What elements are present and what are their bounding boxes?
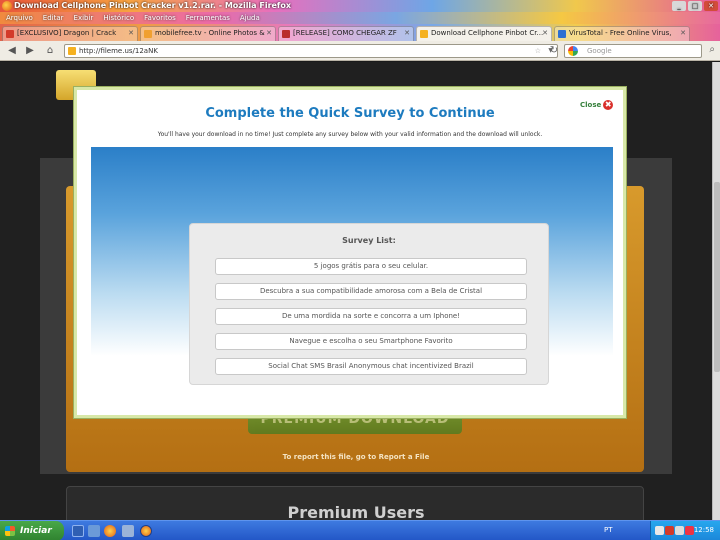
tab-bar: [EXCLUSIVO] Dragon | Crack ✕ mobilefree.…	[0, 24, 720, 41]
survey-item-iphone[interactable]: De uma mordida na sorte e concorra a um …	[215, 308, 527, 325]
menu-item-history[interactable]: Histórico	[103, 12, 134, 24]
tab-release-zf[interactable]: [RELEASE] COMO CHEGAR ZF ✕	[278, 26, 414, 41]
tab-close-icon[interactable]: ✕	[542, 27, 548, 40]
tab-label: VirusTotal - Free Online Virus,	[569, 29, 672, 37]
tab-label: [RELEASE] COMO CHEGAR ZF	[293, 29, 397, 37]
tray-icon[interactable]	[655, 526, 664, 535]
menu-item-bookmarks[interactable]: Favoritos	[144, 12, 176, 24]
survey-item-smartphone[interactable]: Navegue e escolha o seu Smartphone Favor…	[215, 333, 527, 350]
antivirus-icon[interactable]	[665, 526, 674, 535]
survey-item-jogos[interactable]: 5 jogos grátis para o seu celular.	[215, 258, 527, 275]
volume-icon[interactable]	[675, 526, 684, 535]
menu-item-file[interactable]: Arquivo	[6, 12, 33, 24]
window-controls: _ □ ✕	[672, 1, 718, 11]
search-icon[interactable]: ⌕	[709, 44, 715, 56]
navigation-toolbar: ◀ ▶ ⌂ http://fileme.us/12aNK ☆ ▼ ↻ Googl…	[0, 41, 720, 61]
tab-favicon-icon	[144, 30, 152, 38]
forward-button[interactable]: ▶	[22, 44, 38, 58]
quicklaunch-icon[interactable]	[122, 525, 134, 537]
premium-users-heading: Premium Users	[287, 503, 425, 520]
show-desktop-icon[interactable]	[72, 525, 84, 537]
bookmark-star-icon[interactable]: ☆	[535, 45, 541, 57]
firefox-taskbar-icon[interactable]	[140, 525, 152, 537]
report-file-text[interactable]: To report this file, go to Report a File	[0, 453, 712, 461]
window-title-bar: Download Cellphone Pinbot Cracker v1.2.r…	[0, 0, 720, 12]
home-button[interactable]: ⌂	[42, 44, 58, 58]
tab-mobilefree[interactable]: mobilefree.tv - Online Photos & ✕	[140, 26, 276, 41]
survey-list-panel: Survey List: 5 jogos grátis para o seu c…	[189, 223, 549, 385]
clock[interactable]: 12:58	[694, 526, 714, 534]
tab-label: [EXCLUSIVO] Dragon | Crack	[17, 29, 117, 37]
language-indicator[interactable]: PT	[604, 526, 613, 534]
reload-button[interactable]: ↻	[548, 44, 560, 58]
start-button[interactable]: Iniciar	[0, 521, 64, 540]
modal-gradient-band: Survey List: 5 jogos grátis para o seu c…	[91, 147, 613, 415]
site-favicon-icon	[68, 47, 76, 55]
quicklaunch-icon[interactable]	[88, 525, 100, 537]
survey-item-social-chat[interactable]: Social Chat SMS Brasil Anonymous chat in…	[215, 358, 527, 375]
network-icon[interactable]	[685, 526, 694, 535]
tab-favicon-icon	[282, 30, 290, 38]
tab-exclusivo-dragon[interactable]: [EXCLUSIVO] Dragon | Crack ✕	[2, 26, 138, 41]
search-input[interactable]: Google ⌕	[564, 44, 715, 58]
tab-favicon-icon	[420, 30, 428, 38]
menu-item-view[interactable]: Exibir	[74, 12, 94, 24]
modal-close-button[interactable]: Close ✖	[580, 100, 614, 110]
survey-list-heading: Survey List:	[342, 236, 396, 245]
modal-title: Complete the Quick Survey to Continue	[205, 106, 495, 121]
close-label[interactable]: Close	[580, 101, 601, 109]
address-bar[interactable]: http://fileme.us/12aNK ☆ ▼	[64, 44, 558, 58]
menu-item-tools[interactable]: Ferramentas	[186, 12, 230, 24]
survey-item-compatibilidade[interactable]: Descubra a sua compatibilidade amorosa c…	[215, 283, 527, 300]
modal-description: You'll have your download in no time! Ju…	[157, 131, 543, 138]
maximize-button[interactable]: □	[688, 1, 702, 11]
start-label: Iniciar	[20, 526, 52, 536]
windows-logo-icon	[5, 526, 15, 536]
tab-label: Download Cellphone Pinbot Cr...	[431, 29, 544, 37]
tab-virustotal[interactable]: VirusTotal - Free Online Virus, ✕	[554, 26, 690, 41]
tab-label: mobilefree.tv - Online Photos &	[155, 29, 265, 37]
tab-close-icon[interactable]: ✕	[266, 27, 272, 40]
tab-download-pinbot[interactable]: Download Cellphone Pinbot Cr... ✕	[416, 26, 552, 41]
tab-close-icon[interactable]: ✕	[404, 27, 410, 40]
page-scrollbar[interactable]	[712, 62, 720, 520]
tab-close-icon[interactable]: ✕	[128, 27, 134, 40]
menu-bar: Arquivo Editar Exibir Histórico Favorito…	[0, 12, 720, 24]
taskbar: Iniciar PT 12:58	[0, 520, 720, 540]
tab-favicon-icon	[6, 30, 14, 38]
close-icon[interactable]: ✖	[603, 100, 614, 110]
tab-favicon-icon	[558, 30, 566, 38]
back-button[interactable]: ◀	[4, 44, 20, 58]
scrollbar-thumb[interactable]	[714, 182, 720, 372]
firefox-quicklaunch-icon[interactable]	[104, 525, 116, 537]
minimize-button[interactable]: _	[672, 1, 686, 11]
google-icon	[568, 46, 578, 56]
window-title: Download Cellphone Pinbot Cracker v1.2.r…	[14, 1, 292, 10]
url-text: http://fileme.us/12aNK	[79, 47, 158, 55]
survey-modal: Complete the Quick Survey to Continue Cl…	[74, 87, 626, 418]
tab-close-icon[interactable]: ✕	[680, 27, 686, 40]
search-placeholder: Google	[587, 47, 612, 55]
firefox-icon	[2, 1, 12, 11]
menu-item-help[interactable]: Ajuda	[240, 12, 260, 24]
menu-item-edit[interactable]: Editar	[43, 12, 64, 24]
window-close-button[interactable]: ✕	[704, 1, 718, 11]
system-tray: 12:58	[650, 521, 720, 540]
